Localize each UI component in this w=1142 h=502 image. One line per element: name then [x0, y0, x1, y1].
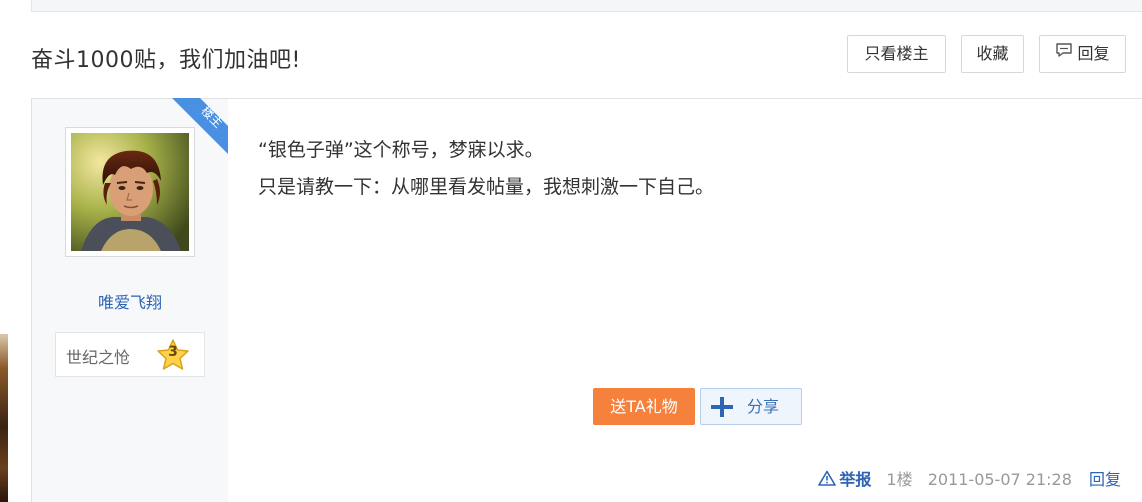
- share-label: 分享: [747, 397, 780, 416]
- favorite-button[interactable]: 收藏: [961, 35, 1024, 73]
- previous-block: [31, 0, 1142, 12]
- floor-number: 1楼: [886, 469, 913, 489]
- post-line: “银色子弹”这个称号，梦寐以求。: [258, 139, 544, 161]
- edge-image-strip: [0, 334, 8, 502]
- post-tail: 举报 1楼 2011-05-07 21:28 回复: [818, 467, 1121, 491]
- post-body: “银色子弹”这个称号，梦寐以求。 只是请教一下：从哪里看发帖量，我想刺激一下自己…: [228, 99, 1142, 502]
- post-floor-1: 楼主 唯爱飞翔 世纪之怆 3 “银色子弹”这个称号，梦寐以求。 只是请教一下：从…: [31, 98, 1142, 502]
- post-line: 只是请教一下：从哪里看发帖量，我想刺激一下自己。: [258, 176, 715, 198]
- author-name[interactable]: 唯爱飞翔: [32, 289, 228, 313]
- chat-bubble-icon: [1055, 35, 1073, 71]
- author-sidebar: 楼主 唯爱飞翔 世纪之怆 3: [32, 98, 228, 502]
- report-link[interactable]: 举报: [818, 467, 871, 492]
- avatar-portrait-icon: [71, 133, 189, 251]
- reply-button-label: 回复: [1077, 44, 1110, 63]
- reply-button[interactable]: 回复: [1039, 35, 1126, 73]
- report-label: 举报: [839, 469, 872, 489]
- plus-icon: [711, 397, 733, 417]
- post-content: “银色子弹”这个称号，梦寐以求。 只是请教一下：从哪里看发帖量，我想刺激一下自己…: [258, 132, 714, 206]
- reply-link[interactable]: 回复: [1089, 468, 1121, 492]
- level-title: 世纪之怆: [66, 348, 131, 367]
- post-time: 2011-05-07 21:28: [927, 469, 1072, 489]
- level-badge[interactable]: 世纪之怆 3: [55, 332, 205, 377]
- share-button[interactable]: 分享: [700, 388, 802, 425]
- only-owner-button[interactable]: 只看楼主: [847, 35, 946, 73]
- warning-icon: [818, 470, 837, 487]
- thread-page: 奋斗1000贴，我们加油吧! 只看楼主 收藏 回复 楼主 唯爱飞翔 世纪之怆 3…: [0, 0, 1142, 502]
- send-gift-button[interactable]: 送TA礼物: [593, 388, 695, 425]
- level-number: 3: [168, 344, 178, 360]
- thread-header: 奋斗1000贴，我们加油吧! 只看楼主 收藏 回复: [31, 12, 1142, 98]
- thread-title: 奋斗1000贴，我们加油吧!: [31, 48, 301, 73]
- avatar[interactable]: [65, 127, 195, 257]
